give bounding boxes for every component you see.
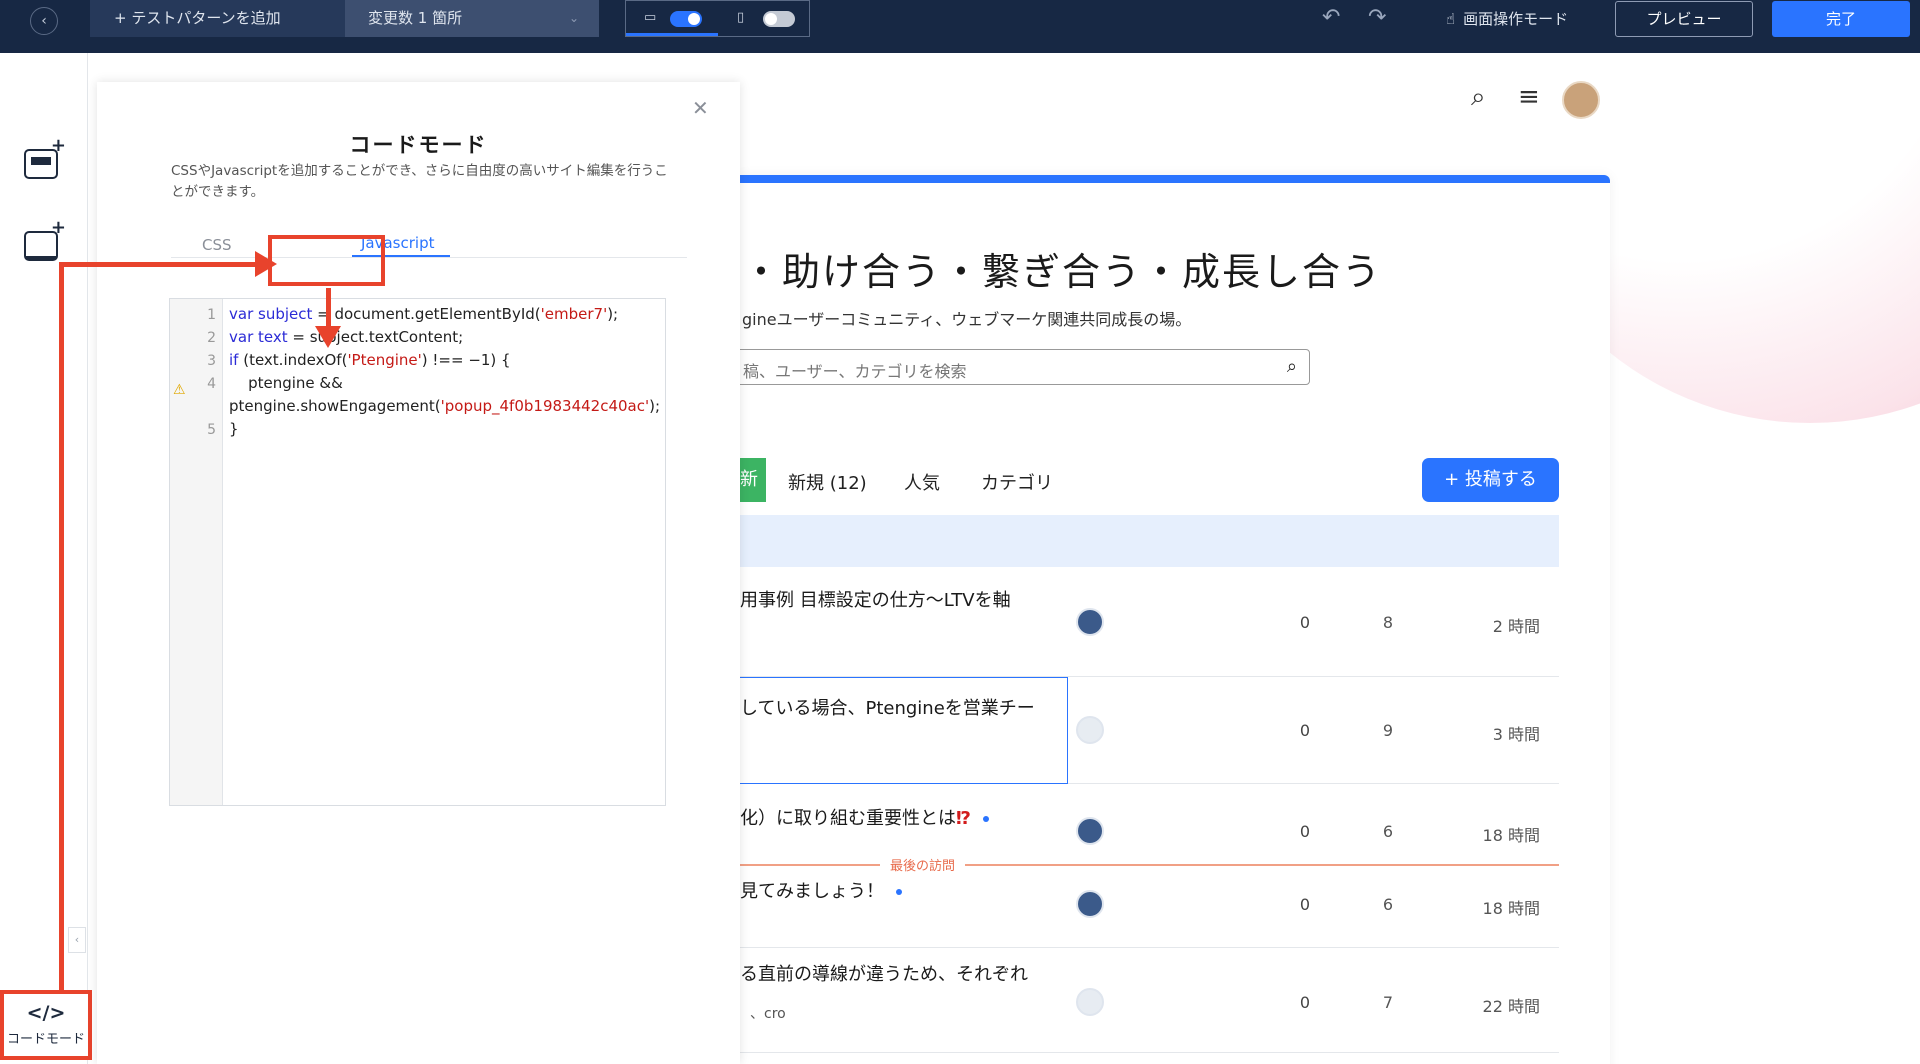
pattern-group: + テストパターンを追加 変更数 1 箇所 ⌄ [90,0,599,37]
line-number: 5 [207,422,216,438]
activity-time: 22 時間 [1482,997,1540,1016]
app-root: ‹ + テストパターンを追加 変更数 1 箇所 ⌄ ▭ ▯ ↶ ↷ ☝ 画面操作モ… [0,0,1920,1064]
line-number: 2 [207,330,216,346]
activity-time: 2 時間 [1492,617,1540,636]
code-mode-button[interactable]: </> コードモード [0,990,92,1060]
tab-new[interactable]: 新規 (12) [788,469,867,495]
tab-css[interactable]: CSS [202,236,232,254]
topic-row[interactable]: 見てみましょう！ 0 6 18 時間 [740,866,1559,948]
community-search-input[interactable]: 稿、ユーザー、カテゴリを検索 ⌕ [740,349,1310,385]
post-button[interactable]: + 投稿する [1422,458,1559,502]
changes-dropdown[interactable]: 変更数 1 箇所 ⌄ [345,0,599,37]
redo-icon[interactable]: ↷ [1368,5,1386,30]
desktop-toggle-switch[interactable] [670,11,702,27]
reply-count: 0 [1299,822,1311,841]
selected-element-outline [740,677,1068,784]
topic-row[interactable]: 用事例 目標設定の仕方〜LTVを軸 0 8 2 時間 [740,567,1559,677]
topic-title[interactable]: 化）に取り組む重要性とは⁉ [740,804,989,830]
avatar[interactable] [1076,988,1104,1016]
annotation-arrowhead [255,251,277,277]
mode-label: 画面操作モード [1463,10,1569,28]
annotation-arrow-line [59,262,259,267]
code-tabs: CSS Javascript [171,234,687,258]
activity-time: 18 時間 [1482,826,1540,845]
search-placeholder: 稿、ユーザー、カテゴリを検索 [743,362,967,381]
panel-description: CSSやJavascriptを追加することができ、さらに自由度の高いサイト編集を… [171,163,668,200]
tab-latest[interactable]: 新 [740,458,766,502]
search-icon[interactable]: ⌕ [1471,82,1486,113]
topic-title[interactable]: る直前の導線が違うため、それぞれ [740,960,1028,986]
left-sidebar: + + ‹ [0,53,88,1064]
chevron-left-icon: ‹ [41,13,47,29]
topic-row[interactable]: 化）に取り組む重要性とは⁉ 0 6 18 時間 [740,784,1559,866]
activity-time: 18 時間 [1482,899,1540,918]
topic-title[interactable]: 見てみましょう！ [740,877,902,903]
user-avatar[interactable] [1562,81,1600,119]
line-gutter: 1 2 3 ⚠ 4 5 [170,299,223,805]
code-icon: </> [26,1002,66,1024]
reply-count: 0 [1299,613,1311,632]
device-switcher: ▭ ▯ [625,0,810,37]
annotation-arrow-line [326,288,331,328]
avatar[interactable] [1076,817,1104,845]
view-count: 9 [1382,721,1394,740]
top-toolbar: ‹ + テストパターンを追加 変更数 1 箇所 ⌄ ▭ ▯ ↶ ↷ ☝ 画面操作モ… [0,0,1920,53]
avatar[interactable] [1076,716,1104,744]
activity-time: 3 時間 [1492,725,1540,744]
tab-popular[interactable]: 人気 [904,469,940,495]
list-header-band [740,515,1559,567]
topic-tags[interactable]: 、cro [750,1003,786,1023]
code-content[interactable]: var subject = document.getElementById('e… [229,303,660,441]
add-test-pattern-button[interactable]: + テストパターンを追加 [90,0,345,37]
add-popup-icon[interactable]: + [22,217,66,263]
annotation-arrowhead [315,326,341,348]
screen-operation-mode-button[interactable]: ☝ 画面操作モード [1446,8,1568,29]
desktop-icon: ▭ [644,10,657,25]
hamburger-menu-icon[interactable]: ≡ [1518,82,1540,112]
close-icon[interactable]: ✕ [692,96,709,120]
preview-button[interactable]: プレビュー [1615,1,1753,37]
mobile-toggle-switch[interactable] [763,11,795,27]
reply-count: 0 [1299,993,1311,1012]
topic-title[interactable]: 用事例 目標設定の仕方〜LTVを軸 [740,586,1011,612]
pointer-icon: ☝ [1446,10,1456,28]
panel-title: コードモード [349,133,488,157]
mobile-icon: ▯ [737,10,745,25]
collapse-panel-button[interactable]: ‹ [68,927,86,953]
undo-icon[interactable]: ↶ [1322,5,1340,30]
warning-icon: ⚠ [173,382,186,398]
avatar[interactable] [1076,608,1104,636]
view-count: 8 [1382,613,1394,632]
back-button[interactable]: ‹ [30,7,58,35]
add-section-icon[interactable]: + [22,135,66,181]
search-icon[interactable]: ⌕ [1287,356,1297,377]
reply-count: 0 [1299,895,1311,914]
done-button[interactable]: 完了 [1772,1,1910,37]
view-count: 6 [1382,895,1394,914]
view-count: 7 [1382,993,1394,1012]
code-mode-panel: ✕ コードモード CSSやJavascriptを追加することができ、さらに自由度… [97,82,740,1064]
chevron-down-icon: ⌄ [568,11,579,25]
code-mode-label: コードモード [6,1032,85,1047]
line-number: 1 [207,307,216,323]
mobile-device-toggle[interactable]: ▯ [719,1,811,36]
line-number: 4 [207,376,216,392]
reply-count: 0 [1299,721,1311,740]
page-preview: ⌕ ≡ ・助け合う・繋ぎ合う・成長し合う gineユーザーコミュニティ、ウェブマ… [740,53,1920,1064]
hero-subtitle: gineユーザーコミュニティ、ウェブマーケ関連共同成長の場。 [742,310,1192,329]
javascript-tab-highlight [268,235,385,286]
topic-row[interactable]: る直前の導線が違うため、それぞれ 、cro 0 7 22 時間 [740,948,1559,1053]
view-count: 6 [1382,822,1394,841]
tab-category[interactable]: カテゴリ [981,469,1053,495]
code-editor[interactable]: 1 2 3 ⚠ 4 5 var subject = document.getEl… [169,298,666,806]
annotation-arrow-line [59,262,64,992]
changes-label: 変更数 1 箇所 [368,9,463,27]
desktop-device-toggle[interactable]: ▭ [626,1,718,36]
avatar[interactable] [1076,890,1104,918]
line-number: 3 [207,353,216,369]
hero-title: ・助け合う・繋ぎ合う・成長し合う [742,250,1383,294]
